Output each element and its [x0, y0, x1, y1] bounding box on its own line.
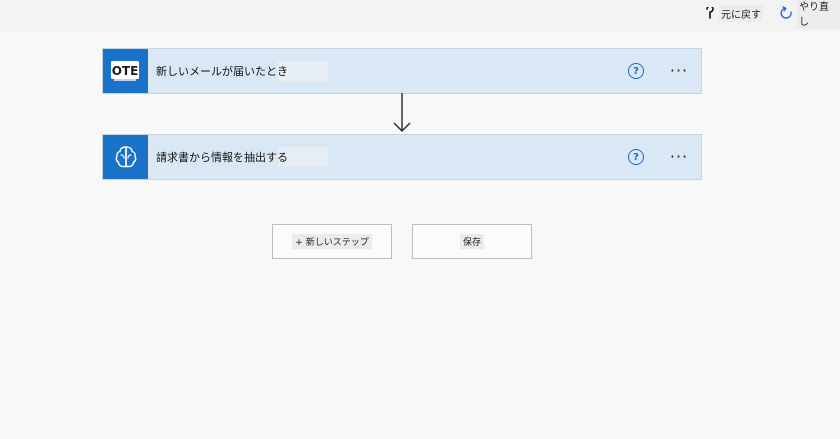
more-options-icon[interactable]: ··· [667, 146, 691, 166]
new-step-label: + 新しいステップ [292, 234, 372, 249]
outlook-icon: OTE [103, 49, 148, 93]
more-options-icon[interactable]: ··· [667, 60, 691, 80]
save-button[interactable]: 保存 [412, 224, 532, 259]
new-step-button[interactable]: + 新しいステップ [272, 224, 392, 259]
save-label: 保存 [459, 234, 484, 249]
outlook-icon-text: OTE [111, 64, 138, 78]
trigger-step-card[interactable]: OTE 新しいメールが届いたとき ? ··· [102, 48, 702, 94]
redo-button[interactable]: やり直し [780, 0, 840, 29]
undo-button[interactable]: 元に戻す [704, 4, 763, 22]
help-icon[interactable]: ? [628, 63, 644, 79]
trigger-step-title: 新しいメールが届いたとき [156, 61, 328, 81]
undo-icon [704, 6, 716, 20]
redo-icon [780, 6, 794, 20]
step-connector-arrow [393, 93, 411, 133]
ai-brain-icon [103, 135, 148, 179]
extract-invoice-step-title: 請求書から情報を抽出する [156, 147, 328, 167]
redo-label: やり直し [797, 0, 840, 29]
top-toolbar: 元に戻す やり直し [0, 0, 840, 31]
undo-label: 元に戻す [719, 4, 763, 22]
help-icon[interactable]: ? [628, 149, 644, 165]
extract-invoice-step-card[interactable]: 請求書から情報を抽出する ? ··· [102, 134, 702, 180]
